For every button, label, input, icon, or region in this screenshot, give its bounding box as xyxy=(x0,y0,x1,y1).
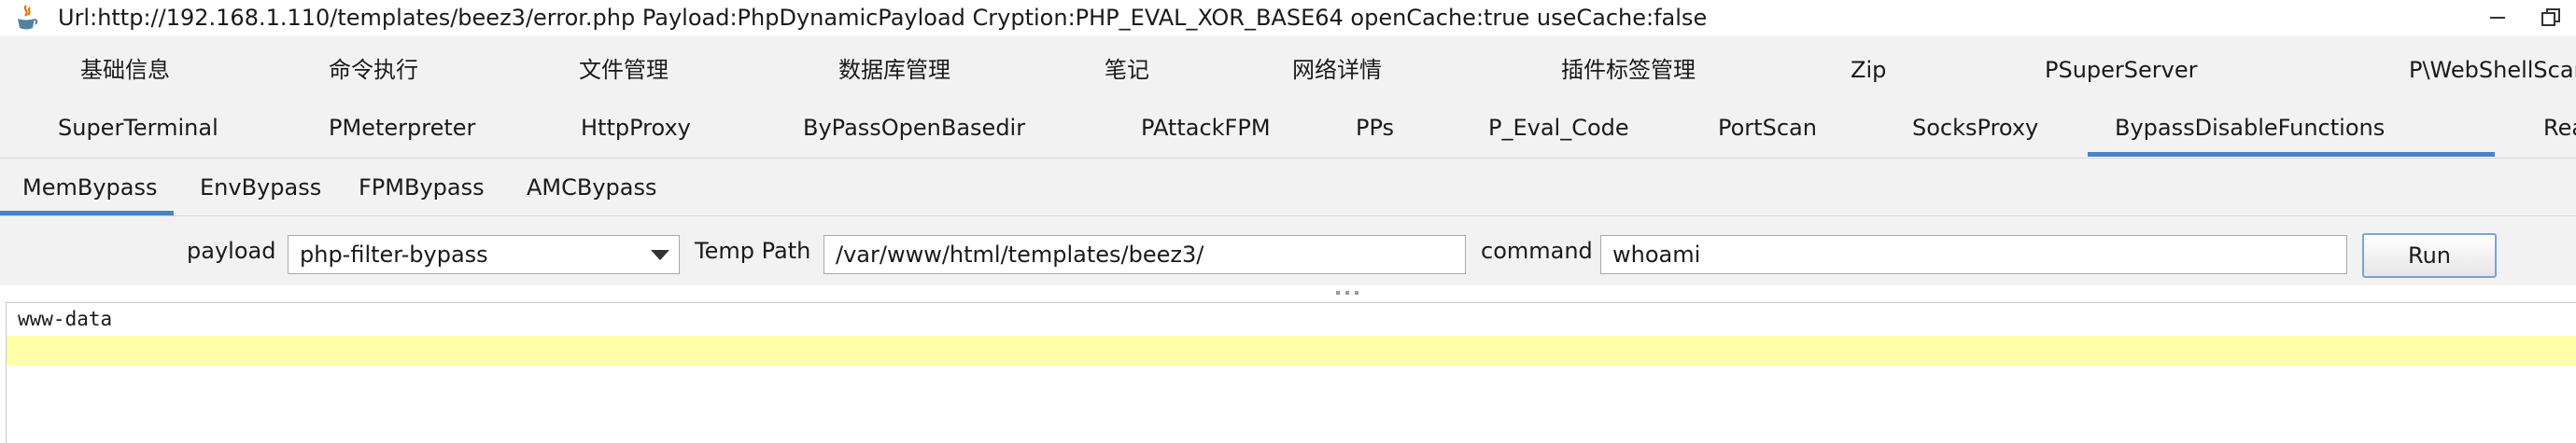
splitter-grip-icon[interactable] xyxy=(1335,290,1359,296)
tab-pwebshellscan[interactable]: P\WebShellScan xyxy=(2409,41,2576,99)
tab-zip[interactable]: Zip xyxy=(1851,41,1886,99)
tab-file-manager[interactable]: 文件管理 xyxy=(579,41,669,99)
tab-row-1: 基础信息 命令执行 文件管理 数据库管理 笔记 网络详情 插件标签管理 Zip … xyxy=(0,41,2576,99)
tab-superterminal[interactable]: SuperTerminal xyxy=(58,99,218,157)
minimize-icon xyxy=(2490,17,2505,19)
subtab-amcbypass[interactable]: AMCBypass xyxy=(527,159,657,216)
tab-command-exec[interactable]: 命令执行 xyxy=(329,41,418,99)
bypass-controls: payload php-filter-bypass Temp Path /var… xyxy=(0,216,2576,285)
tab-database-manager[interactable]: 数据库管理 xyxy=(838,41,950,99)
tab-row-2: SuperTerminal PMeterpreter HttpProxy ByP… xyxy=(0,99,2576,157)
chevron-down-icon[interactable] xyxy=(651,250,669,260)
payload-select[interactable]: php-filter-bypass xyxy=(288,235,680,274)
command-input[interactable]: whoami xyxy=(1600,235,2347,274)
tab-bypassdisablefunctions[interactable]: BypassDisableFunctions xyxy=(2115,99,2385,157)
tab-httpproxy[interactable]: HttpProxy xyxy=(581,99,691,157)
title-bar: Url:http://192.168.1.110/templates/beez3… xyxy=(0,0,2576,35)
subtab-fpmbypass[interactable]: FPMBypass xyxy=(359,159,485,216)
tab-pmeterpreter[interactable]: PMeterpreter xyxy=(329,99,475,157)
run-button[interactable]: Run xyxy=(2362,233,2497,278)
tab-socksproxy[interactable]: SocksProxy xyxy=(1912,99,2038,157)
restore-button[interactable] xyxy=(2538,4,2566,32)
java-icon xyxy=(18,5,38,30)
tab-rea[interactable]: Rea xyxy=(2543,99,2576,157)
bypass-method-tabs: MemBypass EnvBypass FPMBypass AMCBypass xyxy=(0,159,2576,216)
minimize-button[interactable] xyxy=(2484,4,2512,32)
subtab-membypass[interactable]: MemBypass xyxy=(22,159,157,216)
command-label: command xyxy=(1481,238,1593,264)
selected-tab-indicator xyxy=(2088,152,2495,157)
tab-notes[interactable]: 笔记 xyxy=(1105,41,1149,99)
tab-pattackfpm[interactable]: PAttackFPM xyxy=(1141,99,1271,157)
tab-network-details[interactable]: 网络详情 xyxy=(1292,41,1382,99)
output-textarea[interactable]: www-data xyxy=(6,302,2576,443)
temp-path-input[interactable]: /var/www/html/templates/beez3/ xyxy=(823,235,1466,274)
tab-p-eval-code[interactable]: P_Eval_Code xyxy=(1488,99,1629,157)
tab-basic-info[interactable]: 基础信息 xyxy=(80,41,170,99)
output-line: www-data xyxy=(18,308,113,330)
tab-psuperserver[interactable]: PSuperServer xyxy=(2045,41,2198,99)
subtab-envbypass[interactable]: EnvBypass xyxy=(200,159,321,216)
tab-portscan[interactable]: PortScan xyxy=(1718,99,1817,157)
payload-select-value: php-filter-bypass xyxy=(300,242,488,268)
app-window: Url:http://192.168.1.110/templates/beez3… xyxy=(0,0,2576,443)
restore-icon xyxy=(2541,8,2560,26)
payload-label: payload xyxy=(187,238,276,264)
tab-pps[interactable]: PPs xyxy=(1356,99,1394,157)
tab-plugin-tag-manager[interactable]: 插件标签管理 xyxy=(1561,41,1696,99)
temp-path-label: Temp Path xyxy=(695,238,811,264)
window-title: Url:http://192.168.1.110/templates/beez3… xyxy=(58,5,1708,31)
tab-bypassopenbasedir[interactable]: ByPassOpenBasedir xyxy=(803,99,1025,157)
current-line-highlight xyxy=(7,336,2576,366)
